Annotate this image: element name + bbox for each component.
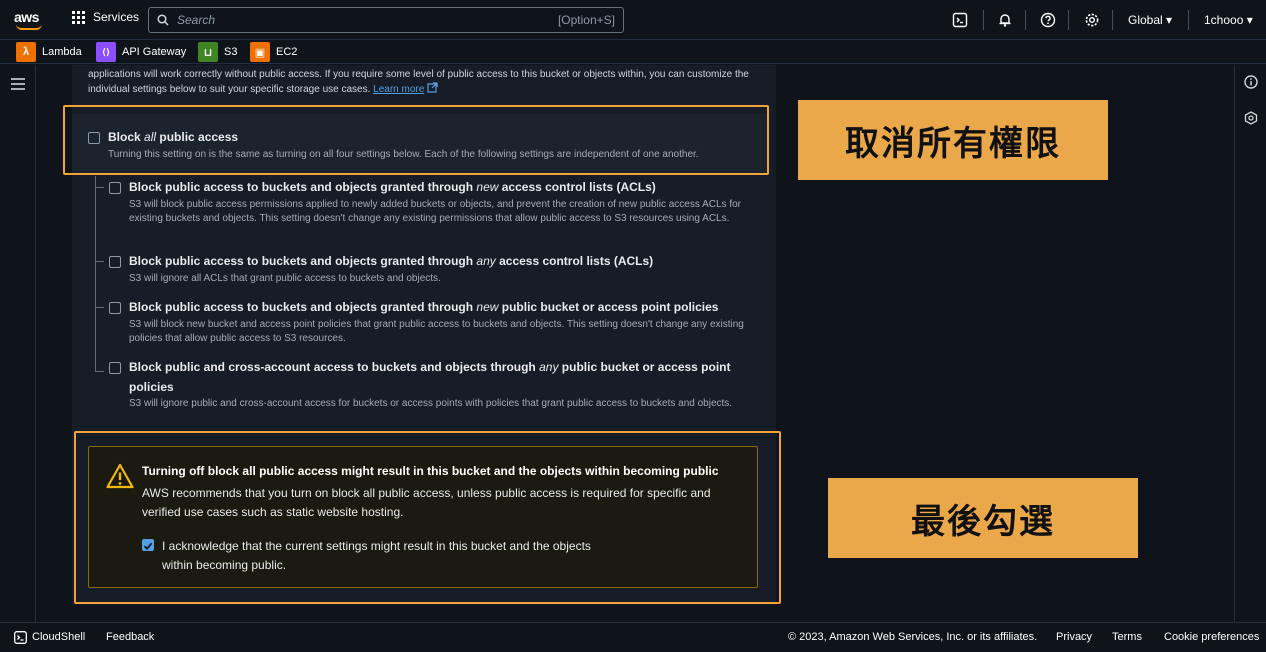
block-new-acls-title: Block public access to buckets and objec… <box>129 180 656 194</box>
block-new-policies-title: Block public access to buckets and objec… <box>129 300 719 314</box>
highlight-warning <box>74 431 781 604</box>
info-icon[interactable] <box>1244 75 1258 94</box>
feedback-link[interactable]: Feedback <box>106 631 154 643</box>
block-new-policies-checkbox[interactable] <box>109 302 121 314</box>
favorite-label: S3 <box>224 46 238 58</box>
settings-gear-icon[interactable] <box>1083 11 1101 29</box>
aws-smile-icon <box>16 24 42 30</box>
favorite-ec2[interactable]: ▣ EC2 <box>250 42 297 62</box>
notifications-bell-icon[interactable] <box>996 11 1014 29</box>
block-new-acls-checkbox[interactable] <box>109 182 121 194</box>
block-cross-account-title: Block public and cross-account access to… <box>129 360 731 374</box>
highlight-block-all <box>63 105 769 175</box>
intro-description: applications will work correctly without… <box>88 68 768 97</box>
region-selector[interactable]: Global ▾ <box>1128 13 1172 27</box>
cloudshell-link[interactable]: CloudShell <box>32 631 85 643</box>
right-tools-rail <box>1234 65 1266 622</box>
search-shortcut-hint: [Option+S] <box>557 13 615 27</box>
shield-status-icon[interactable] <box>1244 111 1258 130</box>
search-input[interactable]: Search [Option+S] <box>148 7 624 33</box>
cloudshell-footer-icon[interactable] <box>14 631 27 647</box>
ec2-icon: ▣ <box>250 42 270 62</box>
external-link-icon <box>427 82 438 93</box>
favorite-lambda[interactable]: λ Lambda <box>16 42 82 62</box>
services-label: Services <box>93 10 140 24</box>
block-new-policies-description: S3 will block new bucket and access poin… <box>129 319 744 344</box>
aws-logo-text: aws <box>14 9 39 25</box>
favorite-label: API Gateway <box>122 46 187 58</box>
block-cross-account-description: S3 will ignore public and cross-account … <box>129 398 733 409</box>
hamburger-menu-icon[interactable] <box>11 77 25 95</box>
top-navigation-bar: aws Services Search [Option+S] Global ▾ … <box>0 0 1266 40</box>
favorite-api-gateway[interactable]: ⟨⟩ API Gateway <box>96 42 186 62</box>
favorite-label: Lambda <box>42 46 82 58</box>
block-new-acls-description: S3 will block public access permissions … <box>129 199 741 224</box>
aws-logo[interactable]: aws <box>14 9 44 31</box>
lambda-icon: λ <box>16 42 36 62</box>
block-any-acls-checkbox[interactable] <box>109 256 121 268</box>
copyright-text: © 2023, Amazon Web Services, Inc. or its… <box>788 631 1038 643</box>
favorite-label: EC2 <box>276 46 298 58</box>
search-placeholder: Search <box>177 13 216 27</box>
services-menu-button[interactable]: Services <box>72 10 139 24</box>
settings-tree-line <box>95 176 96 372</box>
help-icon[interactable] <box>1039 11 1057 29</box>
search-icon <box>157 14 169 26</box>
grid-icon <box>72 10 85 24</box>
privacy-link[interactable]: Privacy <box>1056 631 1092 643</box>
account-menu[interactable]: 1chooo ▾ <box>1204 13 1253 27</box>
favorite-s3[interactable]: ⊔ S3 <box>198 42 237 62</box>
cloudshell-icon[interactable] <box>951 11 969 29</box>
callout-cancel-all-permissions: 取消所有權限 <box>798 100 1108 180</box>
favorites-bar: λ Lambda ⟨⟩ API Gateway ⊔ S3 ▣ EC2 <box>0 40 1266 64</box>
block-any-acls-title: Block public access to buckets and objec… <box>129 254 654 268</box>
callout-finally-check: 最後勾選 <box>828 478 1138 558</box>
footer: CloudShell Feedback © 2023, Amazon Web S… <box>0 622 1266 652</box>
learn-more-link[interactable]: Learn more <box>373 84 424 95</box>
block-any-acls-description: S3 will ignore all ACLs that grant publi… <box>129 273 441 284</box>
block-cross-account-title-line2: policies <box>129 380 174 394</box>
left-navigation-rail <box>0 65 36 622</box>
api-gateway-icon: ⟨⟩ <box>96 42 116 62</box>
block-cross-account-checkbox[interactable] <box>109 362 121 374</box>
s3-bucket-icon: ⊔ <box>198 42 218 62</box>
terms-link[interactable]: Terms <box>1112 631 1142 643</box>
cookie-preferences-link[interactable]: Cookie preferences <box>1164 631 1259 643</box>
